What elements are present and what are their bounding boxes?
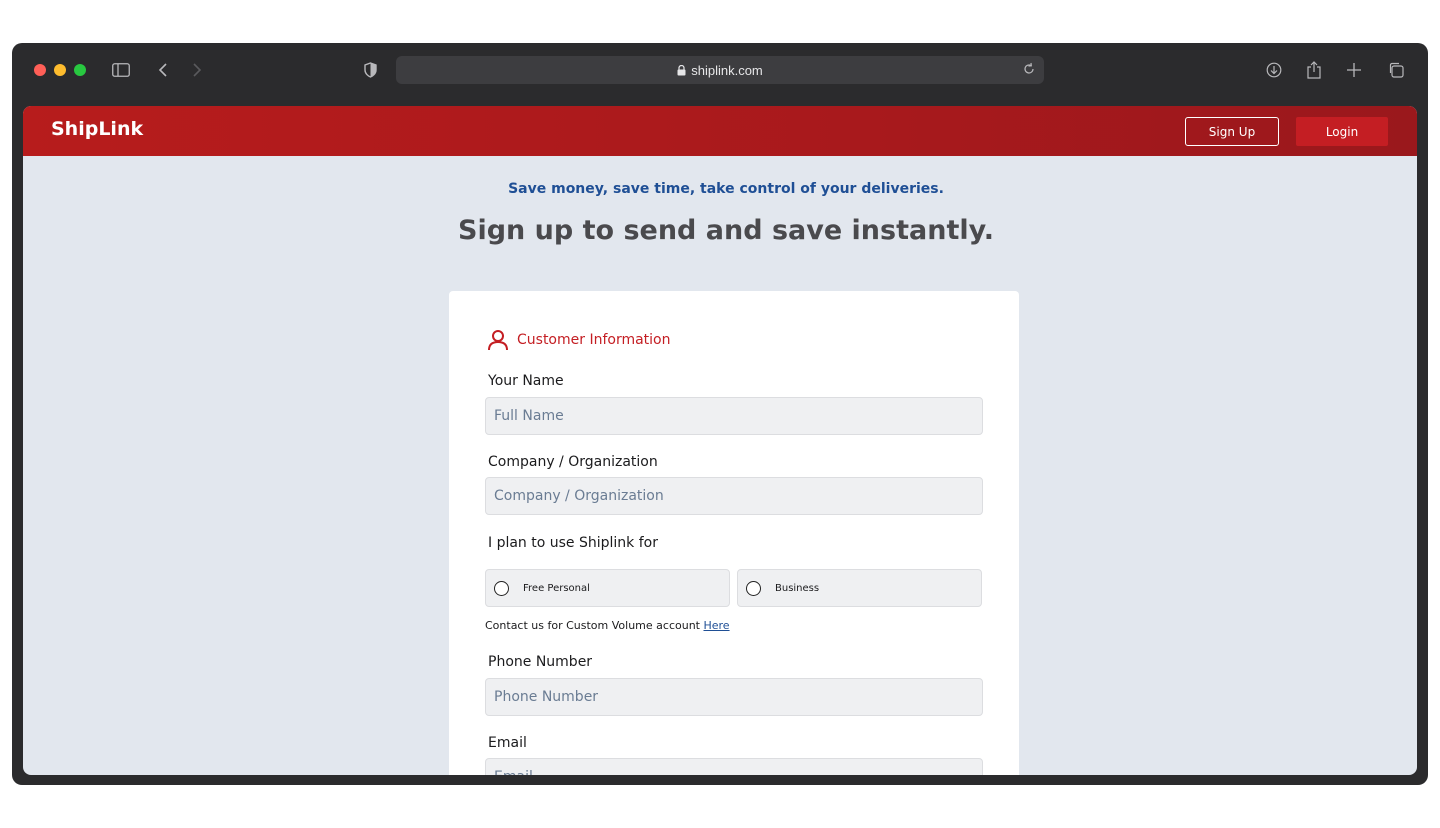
usage-label: I plan to use Shiplink for xyxy=(488,535,658,551)
email-input[interactable] xyxy=(485,758,983,775)
radio-option-personal[interactable]: Free Personal xyxy=(485,569,730,607)
section-title: Customer Information xyxy=(517,332,671,348)
lock-icon xyxy=(677,64,686,76)
browser-window: shiplink.com ShipLink Sign Up Login Save… xyxy=(12,43,1428,785)
phone-input[interactable] xyxy=(485,678,983,716)
name-label: Your Name xyxy=(488,373,564,389)
tabs-overview-icon[interactable] xyxy=(1386,57,1406,83)
window-close-button[interactable] xyxy=(34,64,46,76)
contact-text: Contact us for Custom Volume account xyxy=(485,619,704,632)
signup-button[interactable]: Sign Up xyxy=(1185,117,1279,146)
login-button[interactable]: Login xyxy=(1296,117,1388,146)
window-minimize-button[interactable] xyxy=(54,64,66,76)
email-label: Email xyxy=(488,735,527,751)
share-icon[interactable] xyxy=(1304,57,1324,83)
address-bar[interactable]: shiplink.com xyxy=(396,56,1044,84)
plus-icon[interactable] xyxy=(1344,57,1364,83)
sidebar-icon[interactable] xyxy=(110,57,132,83)
browser-toolbar: shiplink.com xyxy=(12,43,1428,97)
radio-button[interactable] xyxy=(494,580,509,596)
radio-label: Free Personal xyxy=(523,582,590,594)
radio-button[interactable] xyxy=(746,580,761,596)
user-icon xyxy=(487,329,509,351)
window-maximize-button[interactable] xyxy=(74,64,86,76)
section-header: Customer Information xyxy=(487,329,671,351)
page-title: Sign up to send and save instantly. xyxy=(458,215,994,246)
reload-icon[interactable] xyxy=(1022,62,1036,76)
signup-form-card: Customer Information Your Name Company /… xyxy=(449,291,1019,775)
radio-option-business[interactable]: Business xyxy=(737,569,982,607)
radio-label: Business xyxy=(775,582,820,594)
contact-note: Contact us for Custom Volume account Her… xyxy=(485,619,730,632)
brand-logo[interactable]: ShipLink xyxy=(51,118,143,140)
company-input[interactable] xyxy=(485,477,983,515)
chevron-left-icon[interactable] xyxy=(154,57,172,83)
page-viewport: ShipLink Sign Up Login Save money, save … xyxy=(23,106,1417,775)
contact-here-link[interactable]: Here xyxy=(703,619,729,632)
phone-label: Phone Number xyxy=(488,654,593,670)
chevron-right-icon[interactable] xyxy=(188,57,206,83)
download-icon[interactable] xyxy=(1264,57,1284,83)
url-text: shiplink.com xyxy=(691,62,763,78)
full-name-input[interactable] xyxy=(485,397,983,435)
company-label: Company / Organization xyxy=(488,454,658,470)
tagline: Save money, save time, take control of y… xyxy=(508,181,944,197)
site-header: ShipLink Sign Up Login xyxy=(23,106,1417,156)
shield-icon[interactable] xyxy=(360,57,380,83)
